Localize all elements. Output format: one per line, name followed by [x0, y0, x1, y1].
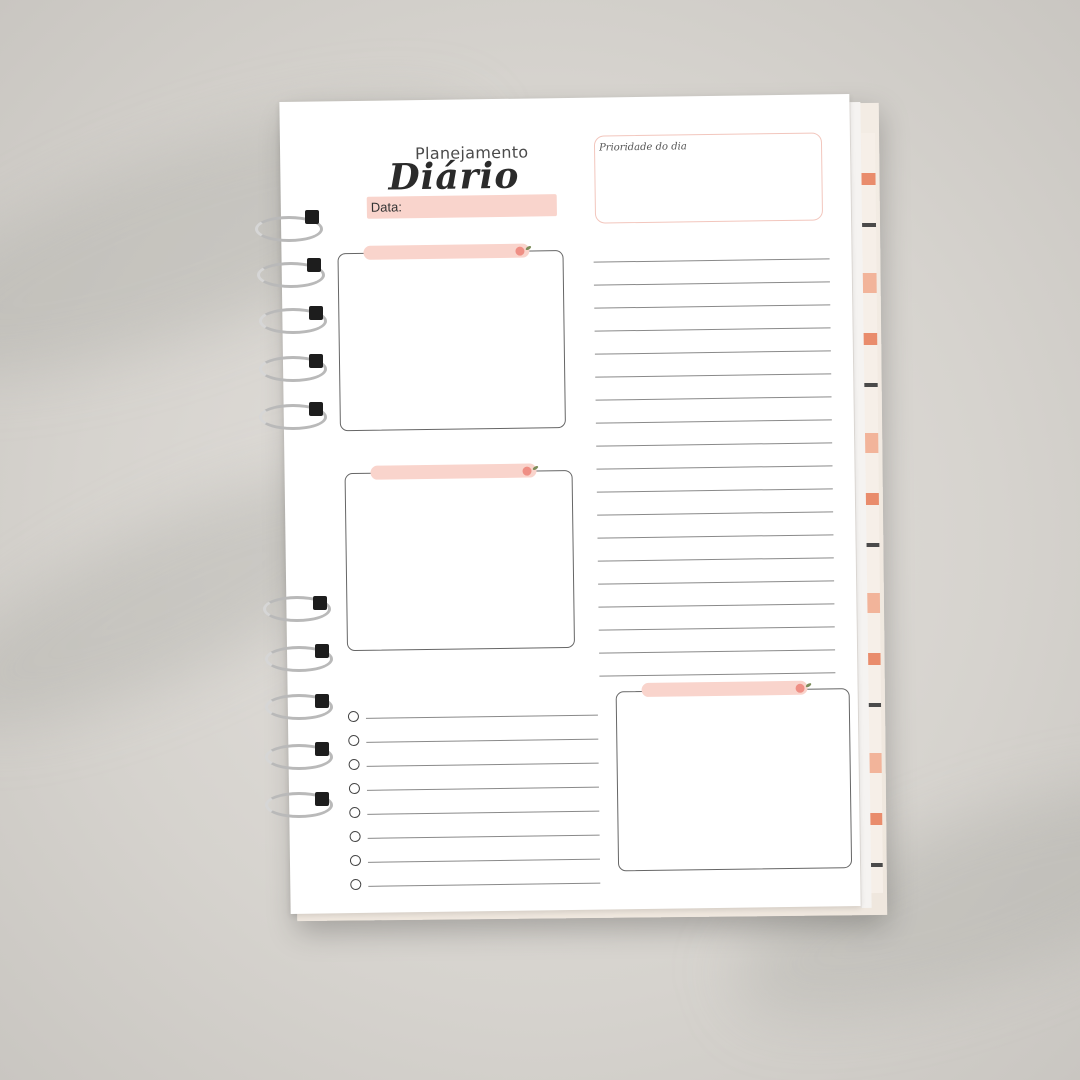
- planner-page: Planejamento Diário Data: Prioridade do …: [279, 94, 861, 914]
- flower-icon: [515, 246, 525, 256]
- checklist-line: [366, 762, 599, 767]
- notebook: Planejamento Diário Data: Prioridade do …: [255, 94, 888, 922]
- ruled-line: [595, 396, 832, 401]
- note-box-1-tab: [363, 243, 530, 260]
- checkbox-circle[interactable]: [348, 782, 361, 795]
- ruled-line: [594, 327, 831, 332]
- note-box-1[interactable]: [337, 250, 566, 432]
- ruled-lines[interactable]: [593, 258, 836, 698]
- checklist-item[interactable]: [349, 846, 600, 873]
- ruled-line: [598, 580, 835, 585]
- planner-title-big: Diário: [388, 154, 520, 199]
- checklist-item[interactable]: [349, 798, 600, 825]
- checklist-line: [366, 786, 599, 791]
- ruled-line: [595, 419, 832, 424]
- note-box-2-tab: [370, 463, 537, 480]
- spiral-clip: [315, 742, 329, 756]
- checkbox-circle[interactable]: [349, 806, 361, 819]
- checklist-item[interactable]: [348, 750, 599, 777]
- ruled-line: [596, 442, 833, 447]
- ruled-line: [597, 557, 834, 562]
- ruled-line: [599, 672, 836, 677]
- checklist-line: [365, 714, 598, 719]
- spiral-clip: [315, 644, 329, 658]
- ruled-line: [594, 304, 831, 309]
- checklist-item[interactable]: [347, 702, 598, 729]
- ruled-line: [593, 258, 830, 263]
- ruled-line: [598, 603, 835, 608]
- checklist-item[interactable]: [348, 774, 599, 801]
- checklist-line: [367, 858, 600, 863]
- checklist-item[interactable]: [350, 870, 601, 897]
- priority-label: Prioridade do dia: [598, 141, 687, 154]
- checkbox-circle[interactable]: [349, 854, 362, 867]
- flower-icon: [522, 466, 532, 476]
- checklist-item[interactable]: [348, 726, 599, 753]
- ruled-line: [597, 511, 834, 516]
- spiral-clip: [315, 694, 329, 708]
- spiral-clip: [309, 306, 323, 320]
- ruled-line: [597, 534, 834, 539]
- checklist-line: [368, 882, 601, 887]
- ruled-line: [593, 281, 830, 286]
- checklist-line: [366, 738, 599, 743]
- spiral-clip: [309, 402, 323, 416]
- checklist-line: [367, 834, 600, 839]
- spiral-clip: [313, 596, 327, 610]
- note-box-3[interactable]: [615, 688, 853, 872]
- spiral-clip: [315, 792, 329, 806]
- checkbox-circle[interactable]: [349, 830, 361, 843]
- ruled-line: [594, 350, 831, 355]
- ruled-line: [596, 488, 833, 493]
- checkbox-circle[interactable]: [348, 734, 360, 747]
- ruled-line: [596, 465, 833, 470]
- checkbox-circle[interactable]: [350, 878, 362, 891]
- spiral-clip: [309, 354, 323, 368]
- date-label: Data:: [370, 199, 403, 215]
- spiral-clip: [305, 210, 319, 224]
- checkbox-circle[interactable]: [347, 710, 360, 723]
- ruled-line: [598, 626, 835, 631]
- spiral-clip: [307, 258, 321, 272]
- checklist-item[interactable]: [349, 822, 600, 849]
- date-field[interactable]: Data:: [366, 194, 557, 219]
- ruled-line: [595, 373, 832, 378]
- note-box-2[interactable]: [344, 469, 576, 652]
- ruled-line: [599, 649, 836, 654]
- priority-box[interactable]: Prioridade do dia: [593, 132, 824, 224]
- checkbox-circle[interactable]: [348, 758, 360, 771]
- checklist-line: [367, 810, 600, 815]
